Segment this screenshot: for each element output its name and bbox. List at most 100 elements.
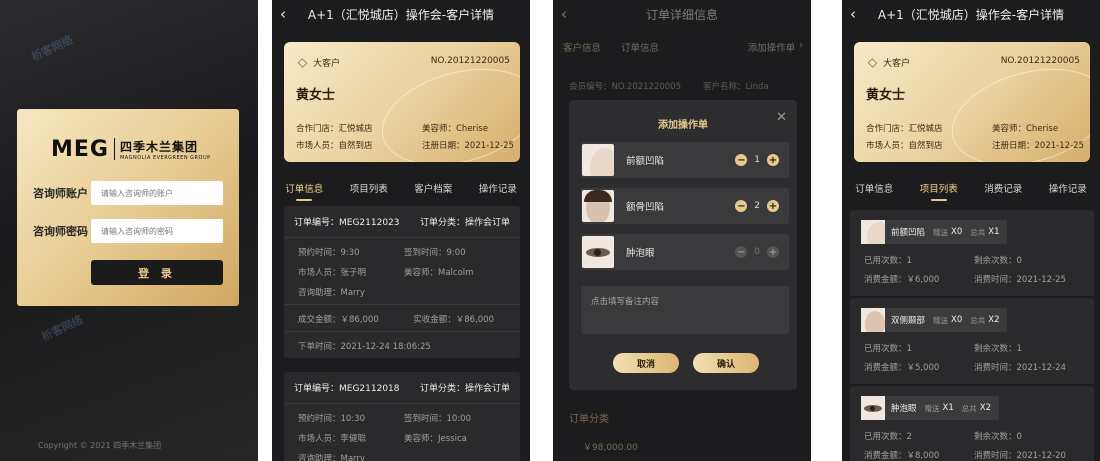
tab-records[interactable]: 操作记录 bbox=[479, 181, 517, 201]
signin: 签到时间：10:00 bbox=[404, 414, 471, 424]
minus-icon[interactable]: − bbox=[735, 154, 748, 166]
add-op-modal: 添加操作单 ✕ 前额凹陷 − 1 + 额骨凹陷 − 2 + 肿泡眼 − 0 + … bbox=[569, 100, 797, 390]
op-item-label: 额骨凹陷 bbox=[626, 202, 665, 213]
op-item[interactable]: 额骨凹陷 − 2 + bbox=[581, 188, 789, 224]
total-label: 总共 bbox=[970, 315, 986, 325]
appointment: 预约时间：10:30 bbox=[298, 414, 365, 424]
tier-label: 大客户 bbox=[883, 59, 911, 69]
login-card: MEG 四季木兰集团 MAGNOLIA EVERGREEN GROUP 咨询师账… bbox=[17, 109, 239, 306]
logo-brand: MEG bbox=[51, 136, 109, 162]
total-label: 总共 bbox=[970, 227, 986, 237]
quantity-value: 2 bbox=[754, 201, 760, 211]
spend-time: 消费时间：2021-12-20 bbox=[974, 451, 1066, 461]
tab-orders[interactable]: 订单信息 bbox=[285, 181, 323, 201]
back-icon[interactable]: ‹ bbox=[850, 5, 856, 23]
marketer: 市场人员：张子明 bbox=[298, 268, 367, 278]
total-label: 总共 bbox=[961, 403, 977, 413]
login-screen: 析客网络 析客网络 MEG 四季木兰集团 MAGNOLIA EVERGREEN … bbox=[0, 0, 258, 461]
signin: 签到时间：9:00 bbox=[404, 248, 466, 258]
project-card[interactable]: 双侧颞部 赠送 X0 总共 X2 已用次数：1 剩余次数：1 消费金额：￥5,000… bbox=[850, 298, 1094, 384]
register-date: 注册日期：2021-12-25 bbox=[422, 141, 514, 151]
tier-label: 大客户 bbox=[313, 59, 341, 69]
back-icon[interactable]: ‹ bbox=[280, 5, 286, 23]
copyright: Copyright © 2021 四季木兰集团 bbox=[38, 441, 162, 450]
deal-amount: 成交金额：￥86,000 bbox=[298, 315, 379, 325]
remaining-count: 剩余次数：0 bbox=[974, 432, 1022, 442]
order-category: 订单分类：操作会订单 bbox=[419, 384, 510, 394]
tab-customer-info[interactable]: 客户信息 bbox=[563, 40, 601, 54]
back-icon[interactable]: ‹ bbox=[561, 5, 567, 23]
project-name: 肿泡眼 bbox=[891, 404, 917, 414]
customer-name: 黄女士 bbox=[866, 88, 906, 103]
op-item-label: 前额凹陷 bbox=[626, 156, 665, 167]
tab-records[interactable]: 操作记录 bbox=[1049, 181, 1087, 201]
watermark: 析客网络 bbox=[29, 33, 75, 64]
tab-projects[interactable]: 项目列表 bbox=[350, 181, 388, 201]
page-title: A+1（汇悦城店）操作会-客户详情 bbox=[877, 7, 1065, 22]
used-count: 已用次数：2 bbox=[864, 432, 912, 442]
quantity-stepper[interactable]: − 2 + bbox=[735, 200, 779, 212]
customer-name: 黄女士 bbox=[296, 88, 336, 103]
brand-logo: MEG 四季木兰集团 MAGNOLIA EVERGREEN GROUP bbox=[51, 136, 211, 162]
customer-name: 客户名称：Linda bbox=[703, 82, 769, 92]
confirm-button[interactable]: 确认 bbox=[693, 353, 759, 373]
forehead-thumbnail bbox=[582, 144, 614, 176]
logo-divider bbox=[113, 138, 115, 160]
remaining-count: 剩余次数：1 bbox=[974, 344, 1022, 354]
beautician: 美容师：Cherise bbox=[422, 124, 489, 134]
tab-consumption[interactable]: 消费记录 bbox=[984, 181, 1022, 201]
account-label: 咨询师账户 bbox=[33, 187, 88, 200]
login-button[interactable]: 登 录 bbox=[91, 260, 223, 285]
order-id: 订单编号：MEG2112018 bbox=[294, 384, 400, 394]
minus-icon[interactable]: − bbox=[735, 200, 748, 212]
chevron-right-icon: › bbox=[799, 40, 803, 51]
password-input[interactable] bbox=[91, 219, 223, 243]
watermark: 析客网络 bbox=[39, 313, 85, 344]
gift-count: X0 bbox=[951, 227, 963, 237]
spend-amount: 消费金额：￥6,000 bbox=[864, 275, 940, 285]
cancel-button[interactable]: 取消 bbox=[613, 353, 679, 373]
marketer: 市场人员：李健聪 bbox=[298, 434, 367, 444]
tab-projects[interactable]: 项目列表 bbox=[920, 181, 958, 201]
vip-card: 大客户 NO.20121220005 黄女士 合作门店：汇悦城店 美容师：Che… bbox=[854, 42, 1090, 162]
page-title: 订单详细信息 bbox=[645, 7, 718, 22]
eye-thumbnail bbox=[582, 236, 614, 268]
beautician: 美容师：Jessica bbox=[404, 434, 467, 444]
project-card[interactable]: 肿泡眼 赠送 X1 总共 X2 已用次数：2 剩余次数：0 消费金额：￥8,000 … bbox=[850, 386, 1094, 461]
tab-orders[interactable]: 订单信息 bbox=[855, 181, 893, 201]
account-input[interactable] bbox=[91, 181, 223, 205]
project-name: 双侧颞部 bbox=[891, 316, 926, 326]
order-card[interactable]: 订单编号：MEG2112018 订单分类：操作会订单 预约时间：10:30 签到时… bbox=[284, 372, 520, 461]
spend-amount: 消费金额：￥8,000 bbox=[864, 451, 940, 461]
op-item[interactable]: 肿泡眼 − 0 + bbox=[581, 234, 789, 270]
quantity-stepper[interactable]: − 0 + bbox=[735, 246, 779, 258]
customer-detail-screen: ‹ A+1（汇悦城店）操作会-客户详情 大客户 NO.20121220005 黄… bbox=[272, 0, 530, 461]
received-amount: 实收金额：￥86,000 bbox=[413, 315, 494, 325]
tab-profile[interactable]: 客户档案 bbox=[414, 181, 452, 201]
gift-count: X1 bbox=[942, 403, 954, 413]
gift-label: 赠送 bbox=[924, 403, 940, 413]
member-no: 会员编号：NO.2021220005 bbox=[569, 82, 681, 92]
plus-icon[interactable]: + bbox=[767, 200, 779, 212]
plus-icon[interactable]: + bbox=[767, 154, 779, 166]
op-item[interactable]: 前额凹陷 − 1 + bbox=[581, 142, 789, 178]
plus-icon[interactable]: + bbox=[767, 246, 779, 258]
customer-number: NO.20121220005 bbox=[1000, 56, 1080, 66]
order-time: 下单时间：2021-12-24 18:06:25 bbox=[298, 342, 431, 352]
forehead-thumbnail bbox=[861, 220, 885, 244]
gift-label: 赠送 bbox=[933, 227, 949, 237]
order-card[interactable]: 订单编号：MEG2112023 订单分类：操作会订单 预约时间：9:30 签到时间… bbox=[284, 206, 520, 358]
order-category: 订单分类：操作会订单 bbox=[419, 218, 510, 228]
minus-icon[interactable]: − bbox=[735, 246, 748, 258]
add-op-link[interactable]: 添加操作单 bbox=[748, 40, 796, 54]
note-input[interactable]: 点击填写备注内容 bbox=[581, 286, 789, 334]
total-count: X2 bbox=[979, 403, 991, 413]
customer-tabs: 订单信息 项目列表 客户档案 操作记录 bbox=[272, 181, 530, 201]
quantity-stepper[interactable]: − 1 + bbox=[735, 154, 779, 166]
project-card[interactable]: 前额凹陷 赠送 X0 总共 X1 已用次数：1 剩余次数：0 消费金额：￥6,000… bbox=[850, 210, 1094, 296]
eye-thumbnail bbox=[861, 396, 885, 420]
diamond-icon bbox=[867, 57, 878, 68]
vip-card: 大客户 NO.20121220005 黄女士 合作门店：汇悦城店 美容师：Che… bbox=[284, 42, 520, 162]
tab-order-info[interactable]: 订单信息 bbox=[621, 40, 659, 54]
close-icon[interactable]: ✕ bbox=[776, 110, 787, 125]
